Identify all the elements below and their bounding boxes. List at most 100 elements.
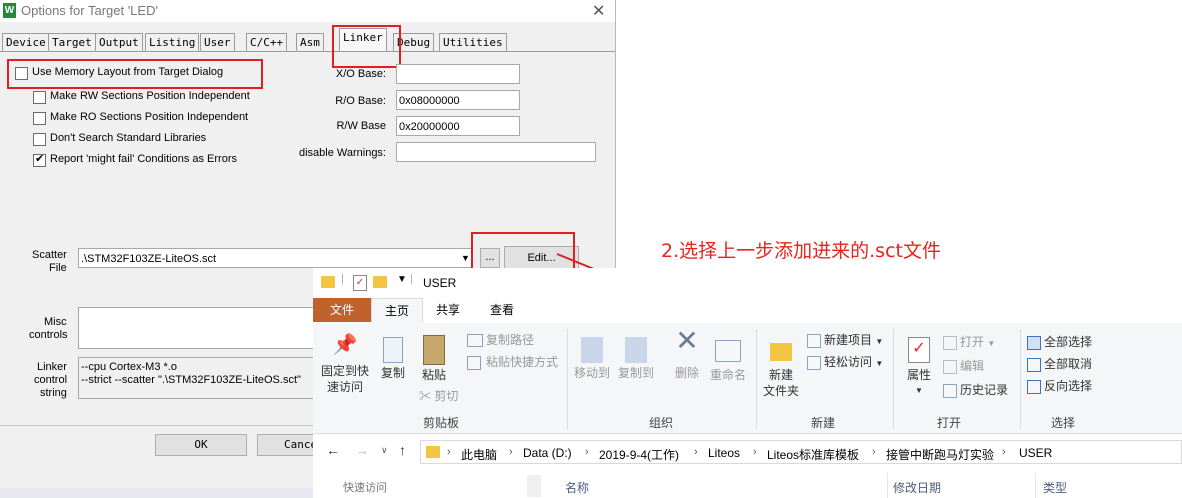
properties-quick-icon[interactable]: ✓ <box>353 275 367 291</box>
pin-quick-access-button[interactable]: 📌 固定到快 速访问 <box>319 335 371 395</box>
ribbon-home: 📌 固定到快 速访问 复制 粘贴 复制路径 粘贴快捷方式 ✂ 剪切 剪贴板 移动… <box>313 323 1182 434</box>
breadcrumb-date-folder[interactable]: 2019-9-4(工作) <box>599 446 679 463</box>
properties-check-icon: ✓ <box>908 337 930 363</box>
explorer-titlebar: | ✓ ▼ | USER <box>313 268 1182 298</box>
breadcrumb-separator-icon: › <box>585 446 589 458</box>
tab-home[interactable]: 主页 <box>371 298 423 324</box>
pin-label-1: 固定到快 <box>320 364 369 378</box>
history-icon <box>943 383 957 398</box>
folder-icon <box>321 276 335 288</box>
group-select: 选择 <box>1050 416 1075 430</box>
paste-shortcut-button[interactable]: 粘贴快捷方式 <box>467 353 558 371</box>
edit-button[interactable]: 编辑 <box>943 357 984 375</box>
invert-selection-label: 反向选择 <box>1044 379 1093 393</box>
copy-path-label: 复制路径 <box>486 333 535 347</box>
breadcrumb-this-pc[interactable]: 此电脑 <box>461 446 497 463</box>
group-separator <box>893 329 894 429</box>
group-organize: 组织 <box>648 416 673 430</box>
copy-path-button[interactable]: 复制路径 <box>467 331 534 349</box>
column-name[interactable]: 名称 <box>565 479 589 496</box>
cut-button[interactable]: ✂ 剪切 <box>419 387 458 405</box>
copy-to-label: 复制到 <box>617 366 654 380</box>
group-separator <box>567 329 568 429</box>
breadcrumb-data-drive[interactable]: Data (D:) <box>523 446 572 460</box>
easy-access-button[interactable]: 轻松访问 ▼ <box>807 353 883 371</box>
tab-share[interactable]: 共享 <box>425 298 471 322</box>
copy-to-button[interactable]: 复制到 <box>615 337 657 381</box>
new-folder-label-2: 文件夹 <box>762 384 799 398</box>
paste-button[interactable]: 粘贴 <box>417 335 451 383</box>
invert-selection-icon <box>1027 379 1041 394</box>
new-folder-quick-icon[interactable] <box>373 276 387 288</box>
breadcrumb-separator-icon: › <box>447 446 451 458</box>
select-all-icon <box>1027 335 1041 350</box>
easy-access-dropdown-icon: ▼ <box>875 359 884 368</box>
new-folder-button[interactable]: 新建 文件夹 <box>759 337 803 399</box>
nav-pane-scrollbar[interactable] <box>527 475 541 497</box>
breadcrumb-separator-icon: › <box>1002 446 1006 458</box>
forward-arrow-icon[interactable]: → <box>355 442 369 458</box>
select-all-button[interactable]: 全部选择 <box>1027 333 1092 351</box>
title-divider: | <box>410 273 413 285</box>
breadcrumb-template[interactable]: Liteos标准库模板 <box>767 446 859 463</box>
paste-shortcut-label: 粘贴快捷方式 <box>486 355 559 369</box>
easy-access-icon <box>807 355 821 370</box>
tab-view[interactable]: 查看 <box>479 298 525 322</box>
breadcrumb-user[interactable]: USER <box>1019 446 1052 460</box>
copy-to-icon <box>625 337 647 363</box>
navigation-bar: ← → ∨ ↑ › 此电脑 › Data (D:) › 2019-9-4(工作)… <box>313 436 1182 466</box>
properties-label: 属性 <box>906 368 931 382</box>
toolbar-divider: | <box>341 273 344 285</box>
column-type[interactable]: 类型 <box>1043 479 1067 496</box>
paste-icon <box>423 335 445 365</box>
breadcrumb-experiment[interactable]: 接管中断跑马灯实验 <box>886 446 994 463</box>
file-explorer-window: | ✓ ▼ | USER 文件 主页 共享 查看 📌 固定到快 速访问 复制 粘… <box>313 268 1182 498</box>
cut-label: 剪切 <box>434 389 459 403</box>
explorer-title: USER <box>423 276 457 290</box>
column-modified-date[interactable]: 修改日期 <box>893 479 941 496</box>
scissors-icon: ✂ <box>419 389 432 403</box>
nav-quick-access[interactable]: 快速访问 <box>343 479 387 495</box>
open-button[interactable]: 打开 ▼ <box>943 333 995 351</box>
breadcrumb-liteos[interactable]: Liteos <box>708 446 740 460</box>
copy-label: 复制 <box>380 366 405 380</box>
breadcrumb-separator-icon: › <box>872 446 876 458</box>
history-label: 历史记录 <box>960 383 1009 397</box>
new-folder-label-1: 新建 <box>768 368 793 382</box>
history-button[interactable]: 历史记录 <box>943 381 1008 399</box>
edit-icon <box>943 359 957 374</box>
back-arrow-icon[interactable]: ← <box>326 442 340 458</box>
pin-label-2: 速访问 <box>326 380 363 394</box>
quick-access-dropdown-icon[interactable]: ▼ <box>397 274 407 285</box>
invert-selection-button[interactable]: 反向选择 <box>1027 377 1092 395</box>
select-none-icon <box>1027 357 1041 372</box>
recent-dropdown-icon[interactable]: ∨ <box>381 445 388 456</box>
select-all-label: 全部选择 <box>1044 335 1093 349</box>
open-dropdown-icon: ▼ <box>987 339 996 348</box>
new-item-dropdown-icon: ▼ <box>875 337 884 346</box>
move-to-button[interactable]: 移动到 <box>571 337 613 381</box>
easy-access-label: 轻松访问 <box>824 355 873 369</box>
column-divider <box>1035 473 1036 498</box>
delete-button[interactable]: ✕ 删除 <box>667 327 707 381</box>
breadcrumb-separator-icon: › <box>753 446 757 458</box>
new-item-button[interactable]: 新建项目 ▼ <box>807 331 883 349</box>
move-to-icon <box>581 337 603 363</box>
group-new: 新建 <box>810 416 835 430</box>
rename-button[interactable]: 重命名 <box>707 337 749 383</box>
breadcrumb-separator-icon: › <box>694 446 698 458</box>
copy-button[interactable]: 复制 <box>377 337 409 381</box>
address-bar[interactable]: › 此电脑 › Data (D:) › 2019-9-4(工作) › Liteo… <box>420 440 1182 464</box>
new-item-icon <box>807 333 821 348</box>
up-arrow-icon[interactable]: ↑ <box>399 442 406 458</box>
group-separator <box>1020 329 1021 429</box>
select-none-button[interactable]: 全部取消 <box>1027 355 1092 373</box>
new-folder-icon <box>770 343 792 361</box>
properties-button[interactable]: ✓ 属性 ▼ <box>899 337 939 399</box>
group-clipboard: 剪贴板 <box>422 416 459 430</box>
tab-file[interactable]: 文件 <box>313 298 371 322</box>
select-none-label: 全部取消 <box>1044 357 1093 371</box>
ribbon-tabs: 文件 主页 共享 查看 <box>313 298 1182 324</box>
delete-label: 删除 <box>674 366 699 380</box>
paste-shortcut-icon <box>467 355 481 370</box>
